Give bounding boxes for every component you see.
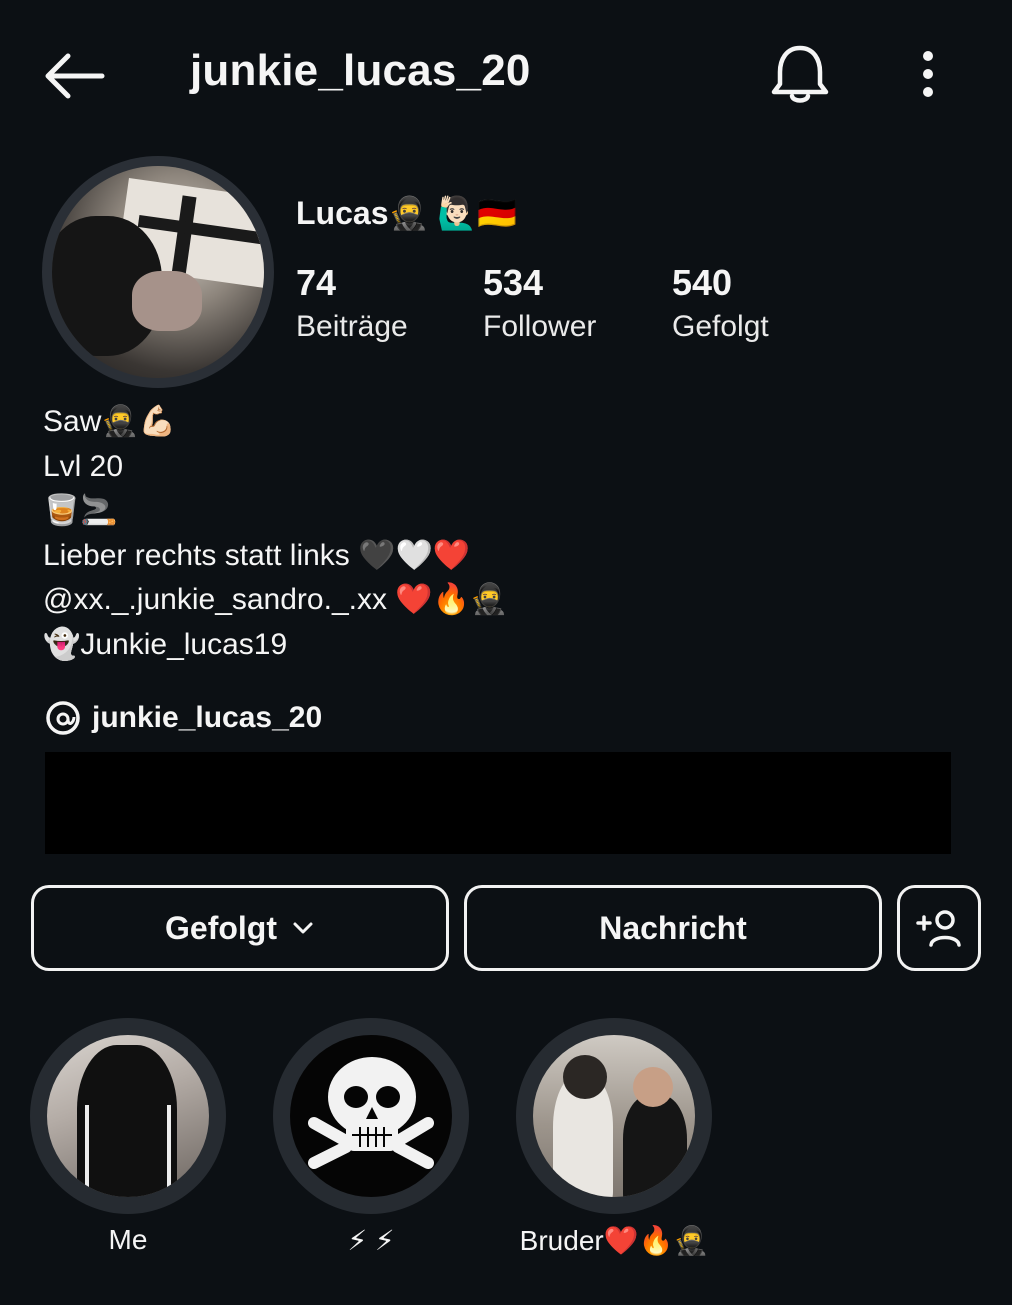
suggested-users-button[interactable] [897,885,981,971]
message-label: Nachricht [599,909,747,946]
stat-label: Gefolgt [672,310,769,343]
top-bar: junkie_lucas_20 [0,0,1012,150]
bio-line: 🥃🚬 [43,494,118,527]
stat-label: Beiträge [296,310,408,343]
message-button[interactable]: Nachricht [464,885,882,971]
redacted-block [45,752,951,854]
highlight-title: Me [108,1224,148,1255]
threads-icon [46,701,80,735]
stat-value: 74 [296,262,337,303]
threads-link[interactable]: junkie_lucas_20 [44,696,322,740]
notifications-button[interactable] [768,40,832,108]
display-name: Lucas🥷 🙋🏻‍♂️🇩🇪 [296,195,517,231]
stat-followers[interactable]: 534 Follower [483,262,596,344]
stat-following[interactable]: 540 Gefolgt [672,262,769,344]
profile-photo [52,166,264,378]
threads-handle: junkie_lucas_20 [92,701,323,734]
bell-icon [771,45,829,103]
profile-screen: junkie_lucas_20 Lucas🥷 🙋🏻‍♂️🇩🇪 74 [0,0,1012,1305]
highlight-ring [273,1018,469,1214]
following-dropdown-button[interactable]: Gefolgt [31,885,449,971]
highlight-ring [30,1018,226,1214]
back-arrow-icon [45,53,105,99]
bio-line: Lieber rechts statt links 🖤🤍❤️ [43,538,471,572]
add-user-icon [916,910,961,947]
more-vertical-icon [923,51,933,97]
chevron-down-icon [293,922,313,934]
stat-value: 534 [483,262,544,303]
bio-line: Lvl 20 [43,449,124,483]
highlight-cover [533,1035,695,1197]
highlight-cover [47,1035,209,1197]
story-highlight[interactable]: Me [30,1018,226,1256]
profile-username-title: junkie_lucas_20 [190,46,531,95]
following-label: Gefolgt [165,909,277,946]
more-options-button[interactable] [906,46,950,102]
highlight-ring [516,1018,712,1214]
bio-mention[interactable]: @xx._.junkie_sandro._.xx ❤️🔥🥷 [43,578,507,623]
story-highlight[interactable]: ⚡ ⚡ [273,1018,469,1257]
highlight-title: ⚡ ⚡ [347,1225,395,1256]
stat-value: 540 [672,262,733,303]
stat-label: Follower [483,310,597,343]
bio-line: Saw🥷💪🏻 [43,405,177,438]
story-highlight[interactable]: Bruder❤️🔥🥷 [516,1018,712,1257]
highlight-title: Bruder❤️🔥🥷 [519,1225,709,1256]
skull-icon [308,1057,434,1169]
bio-line: 👻Junkie_lucas19 [43,627,288,661]
highlight-cover [290,1035,452,1197]
profile-avatar[interactable] [42,156,274,388]
stat-posts[interactable]: 74 Beiträge [296,262,408,344]
bio: Saw🥷💪🏻 Lvl 20 🥃🚬 Lieber rechts statt lin… [43,400,507,667]
back-button[interactable] [40,48,110,104]
